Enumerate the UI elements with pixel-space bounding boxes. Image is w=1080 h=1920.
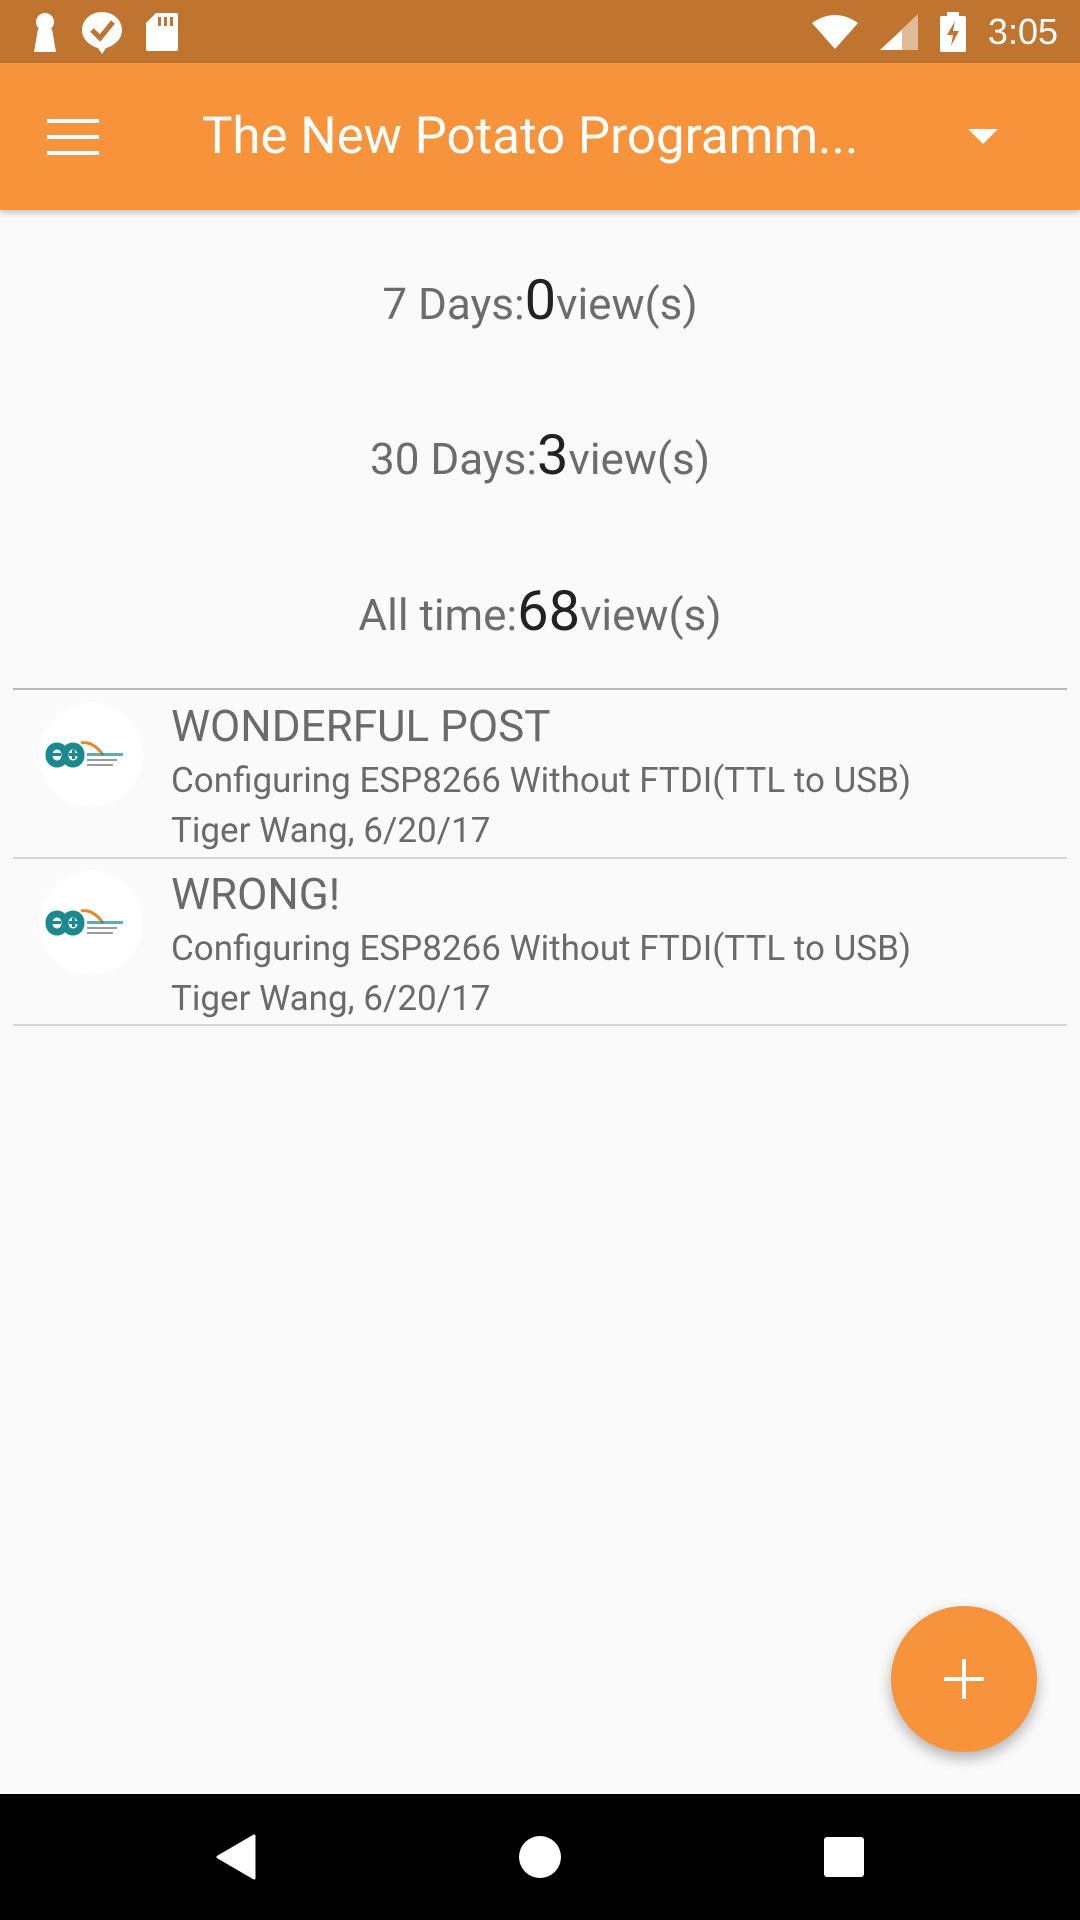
recents-icon <box>824 1837 864 1877</box>
home-icon <box>519 1836 561 1878</box>
comment-title: WONDERFUL POST <box>171 700 551 752</box>
stat-all-time: All time:68view(s) <box>0 578 1080 644</box>
status-left-icons <box>32 10 178 54</box>
nav-back-button[interactable] <box>156 1794 316 1920</box>
menu-button[interactable] <box>0 63 146 210</box>
nav-recents-button[interactable] <box>764 1794 924 1920</box>
stat-unit: view(s) <box>568 433 711 485</box>
list-item[interactable]: WONDERFUL POST Configuring ESP8266 Witho… <box>13 690 1067 856</box>
stat-label: All time: <box>358 589 518 641</box>
hamburger-menu-icon <box>47 118 99 155</box>
arduino-logo-icon <box>45 741 123 768</box>
avatar <box>39 871 143 975</box>
back-icon <box>216 1834 256 1880</box>
stat-label: 7 Days: <box>382 278 525 330</box>
comment-meta: Tiger Wang, 6/20/17 <box>171 978 491 1019</box>
list-divider <box>13 1024 1067 1026</box>
comment-meta: Tiger Wang, 6/20/17 <box>171 810 491 851</box>
stat-value: 0 <box>524 267 557 333</box>
checkmark-badge-icon <box>82 11 122 54</box>
plus-icon <box>944 1659 984 1699</box>
comment-post-title: Configuring ESP8266 Without FTDI(TTL to … <box>171 928 912 969</box>
stat-30-days: 30 Days:3view(s) <box>0 422 1080 488</box>
dropdown-arrow-icon <box>968 128 998 144</box>
status-bar: 3:05 <box>0 0 1080 63</box>
cell-signal-icon <box>879 13 918 50</box>
add-fab-button[interactable] <box>891 1606 1037 1752</box>
comment-post-title: Configuring ESP8266 Without FTDI(TTL to … <box>171 760 912 801</box>
system-nav-bar <box>0 1794 1080 1920</box>
wifi-icon <box>811 14 858 49</box>
avatar <box>39 703 143 807</box>
app-toolbar: The New Potato Programm... <box>0 63 1080 210</box>
stat-7-days: 7 Days:0view(s) <box>0 267 1080 333</box>
status-time: 3:05 <box>987 10 1058 52</box>
arduino-logo-icon <box>45 909 123 936</box>
blog-dropdown-button[interactable] <box>926 63 1040 210</box>
battery-charging-icon <box>939 11 966 52</box>
comment-title: WRONG! <box>171 868 341 920</box>
stat-value: 68 <box>517 578 581 644</box>
keyhole-icon <box>34 12 56 52</box>
stat-value: 3 <box>537 422 569 488</box>
stat-unit: view(s) <box>556 278 698 330</box>
stat-unit: view(s) <box>580 589 722 641</box>
sd-card-icon <box>146 12 178 51</box>
list-item[interactable]: WRONG! Configuring ESP8266 Without FTDI(… <box>13 858 1067 1024</box>
status-right-icons: 3:05 <box>811 10 1058 53</box>
toolbar-title[interactable]: The New Potato Programm... <box>146 107 886 166</box>
stat-label: 30 Days: <box>369 433 538 485</box>
nav-home-button[interactable] <box>460 1794 620 1920</box>
